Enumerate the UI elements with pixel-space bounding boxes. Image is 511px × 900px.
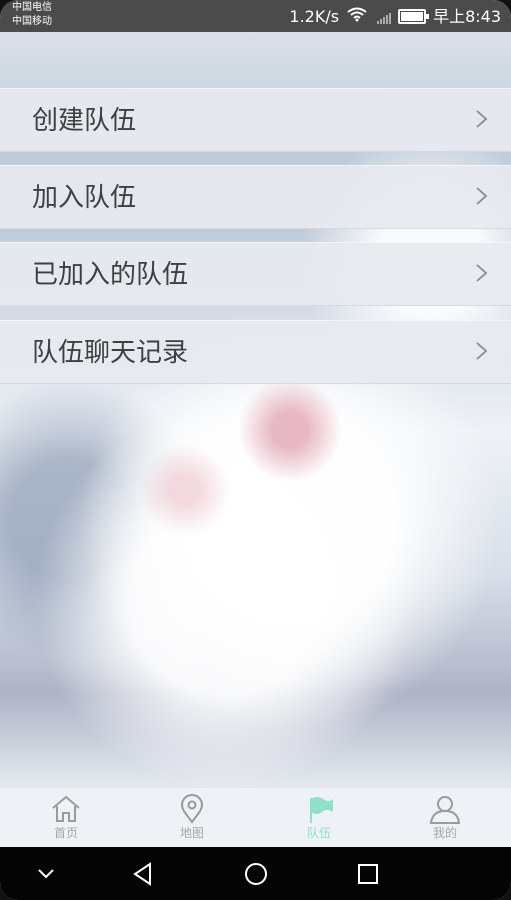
tab-map[interactable]: 地图 [157, 794, 227, 846]
carrier-2: 中国移动 [12, 16, 52, 27]
carrier-info: 中国电信 中国移动 [12, 1, 52, 29]
status-bar: 中国电信 中国移动 1.2K/s 早上8:43 [0, 0, 511, 32]
network-speed: 1.2K/s [289, 6, 340, 26]
status-icons: 1.2K/s 早上8:43 [289, 6, 501, 27]
chevron-right-icon [476, 264, 488, 282]
tab-team-label: 队伍 [306, 826, 331, 840]
map-pin-icon [180, 794, 204, 824]
flag-icon [310, 797, 333, 823]
bottom-tab-bar: 首页 地图 队伍 我的 [0, 787, 511, 848]
home-icon [52, 795, 80, 822]
menu-item-team-chat-history[interactable]: 队伍聊天记录 [0, 320, 511, 384]
home-circle-icon[interactable] [241, 859, 271, 889]
tab-map-label: 地图 [179, 826, 204, 840]
menu-item-join-team[interactable]: 加入队伍 [0, 165, 511, 229]
tab-profile-label: 我的 [432, 826, 457, 840]
tab-profile[interactable]: 我的 [410, 794, 480, 846]
chevron-right-icon [476, 110, 488, 128]
tab-home-label: 首页 [53, 826, 78, 840]
battery-icon [398, 9, 430, 24]
menu-item-create-team[interactable]: 创建队伍 [0, 88, 511, 152]
tab-team[interactable]: 队伍 [284, 794, 354, 846]
status-time: 早上8:43 [433, 6, 501, 26]
back-icon[interactable] [128, 859, 158, 889]
chevron-right-icon [476, 342, 488, 360]
system-navigation-bar [0, 847, 511, 900]
menu-item-label: 加入队伍 [32, 183, 137, 213]
carrier-1: 中国电信 [12, 2, 52, 13]
user-icon [429, 796, 461, 824]
recents-square-icon[interactable] [353, 859, 383, 889]
chevron-down-icon[interactable] [31, 859, 61, 889]
wifi-icon [346, 6, 368, 27]
menu-item-joined-teams[interactable]: 已加入的队伍 [0, 242, 511, 306]
menu-item-label: 已加入的队伍 [32, 260, 189, 290]
chevron-right-icon [476, 187, 488, 205]
screen: 中国电信 中国移动 1.2K/s 早上8:43 创建队伍 加入队伍 已加入的队伍… [0, 0, 511, 900]
tab-home[interactable]: 首页 [31, 794, 101, 846]
menu-item-label: 创建队伍 [32, 106, 137, 136]
signal-icon [377, 10, 392, 24]
menu-item-label: 队伍聊天记录 [32, 338, 189, 368]
